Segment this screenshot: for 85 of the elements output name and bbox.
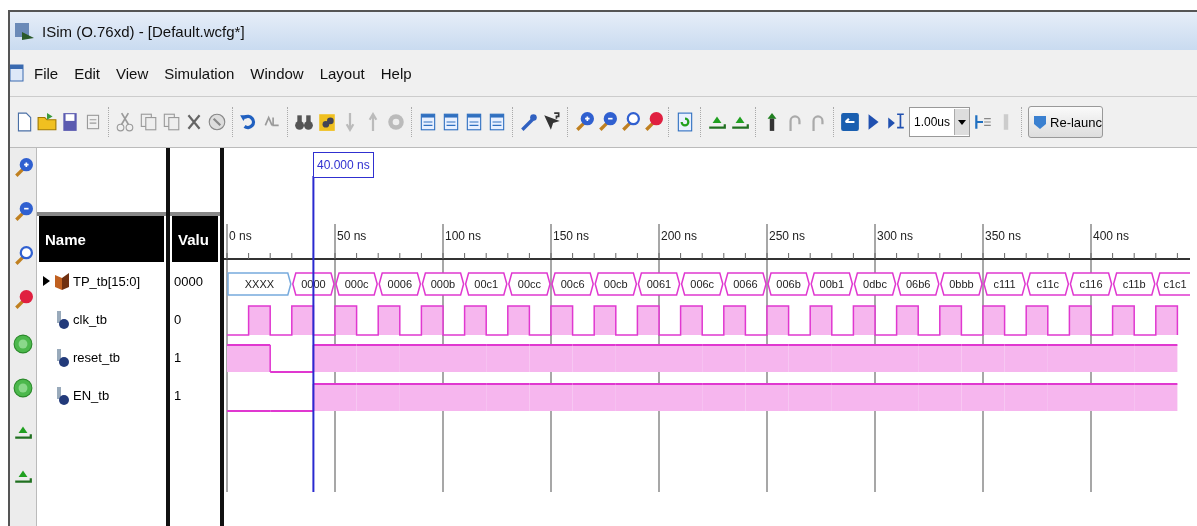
menu-item[interactable]: Window xyxy=(250,64,304,82)
bus-value-segment: 00c1 xyxy=(464,272,508,296)
zoom-in-icon[interactable] xyxy=(574,112,594,132)
expand-arrow-icon[interactable] xyxy=(41,275,51,287)
bus-value-segment: 000c xyxy=(335,272,378,296)
ruler-label: 150 ns xyxy=(553,229,590,243)
bus-value-segment: 0bbb xyxy=(940,272,983,296)
ruler-label: 250 ns xyxy=(769,229,806,243)
scissors-icon[interactable] xyxy=(115,112,135,132)
bus-value-segment: 006c xyxy=(680,272,724,296)
binoculars-icon[interactable] xyxy=(294,112,314,132)
bus-value-segment: 0006 xyxy=(378,272,422,296)
window-title: ISim (O.76xd) - [Default.wcfg*] xyxy=(42,22,245,40)
signal-value: 1 xyxy=(174,387,182,403)
marker-icon[interactable] xyxy=(13,290,33,310)
zoom-fit-icon[interactable] xyxy=(13,246,33,266)
signal-name[interactable]: TP_tb[15:0] xyxy=(73,273,141,289)
marker-icon[interactable] xyxy=(643,112,663,132)
circle-icon[interactable] xyxy=(13,378,33,398)
bus-value-segment: 0061 xyxy=(637,272,681,296)
bus-value-segment: 00b1 xyxy=(810,272,854,296)
window-layout-icon[interactable] xyxy=(487,112,507,132)
bus-value-segment: c111 xyxy=(983,272,1026,296)
cursor-time-label: 40.000 ns xyxy=(313,152,374,178)
ruler-label: 50 ns xyxy=(337,229,367,243)
bus-value-segment: c11c xyxy=(1026,272,1070,296)
window-menu-icon[interactable] xyxy=(10,64,24,82)
time-field[interactable]: 1.00us xyxy=(909,107,971,137)
paste-icon[interactable] xyxy=(161,112,181,132)
caret-icon[interactable] xyxy=(954,109,970,135)
menu-item[interactable]: Help xyxy=(380,64,412,82)
relaunch-button[interactable]: Re-launc xyxy=(1028,106,1104,138)
bus-value-segment: 00cc xyxy=(508,272,551,296)
app-icon xyxy=(14,20,36,42)
signal-name[interactable]: EN_tb xyxy=(73,387,110,403)
bus-value-segment: c116 xyxy=(1069,272,1113,296)
window-layout-icon[interactable] xyxy=(464,112,484,132)
zoom-out-icon[interactable] xyxy=(13,202,33,222)
name-column-header: Name xyxy=(39,216,164,262)
signal-name[interactable]: clk_tb xyxy=(73,311,107,327)
signal-icon xyxy=(54,347,70,367)
value-column-header: Valu xyxy=(172,216,218,262)
bus-value-segment: 06b6 xyxy=(896,272,940,296)
copy-icon[interactable] xyxy=(138,112,158,132)
signal-value: 1 xyxy=(174,349,182,365)
open-folder-icon[interactable] xyxy=(37,112,57,132)
signal-name[interactable]: reset_tb xyxy=(73,349,120,365)
help-pointer-icon[interactable] xyxy=(542,112,562,132)
zoom-fit-icon[interactable] xyxy=(620,112,640,132)
bus-value-segment: 00c6 xyxy=(551,272,594,296)
ruler-label: 300 ns xyxy=(877,229,914,243)
menu-item[interactable]: File xyxy=(34,64,59,82)
bus-value-segment: 0066 xyxy=(724,272,767,296)
ruler-label: 350 ns xyxy=(985,229,1022,243)
signal-value: 0 xyxy=(174,311,182,327)
bus-value-segment: 006b xyxy=(767,272,810,296)
window-layout-icon[interactable] xyxy=(418,112,438,132)
bus-value-segment: XXXX xyxy=(227,272,292,296)
bus-value-segment: 00cb xyxy=(594,272,638,296)
circle-icon[interactable] xyxy=(207,112,227,132)
ruler-label: 400 ns xyxy=(1093,229,1130,243)
bus-value-segment: 0dbc xyxy=(853,272,897,296)
ruler-label: 200 ns xyxy=(661,229,698,243)
step-icon[interactable] xyxy=(973,112,994,132)
zoom-out-icon[interactable] xyxy=(597,112,617,132)
window-layout-icon[interactable] xyxy=(441,112,461,132)
signal-icon xyxy=(54,309,70,329)
menu-item[interactable]: Layout xyxy=(319,64,365,82)
bus-value-segment: c1c1 xyxy=(1156,272,1190,296)
menu-item[interactable]: View xyxy=(116,64,149,82)
bus-signal-icon xyxy=(54,271,70,291)
ruler-label: 100 ns xyxy=(445,229,482,243)
menu-item[interactable]: Simulation xyxy=(164,64,235,82)
zoom-in-icon[interactable] xyxy=(13,158,33,178)
bus-value-segment: 000b xyxy=(421,272,465,296)
shield-icon xyxy=(1033,113,1048,131)
wrench-icon[interactable] xyxy=(519,112,539,132)
bus-value-segment: c11b xyxy=(1112,272,1156,296)
circle-icon[interactable] xyxy=(13,334,33,354)
signal-value: 0000 xyxy=(174,273,203,289)
menu-item[interactable]: Edit xyxy=(74,64,101,82)
refresh-icon[interactable] xyxy=(675,112,695,132)
ruler-label: 0 ns xyxy=(229,229,252,243)
restart-icon[interactable] xyxy=(840,112,860,132)
signal-icon xyxy=(54,385,70,405)
